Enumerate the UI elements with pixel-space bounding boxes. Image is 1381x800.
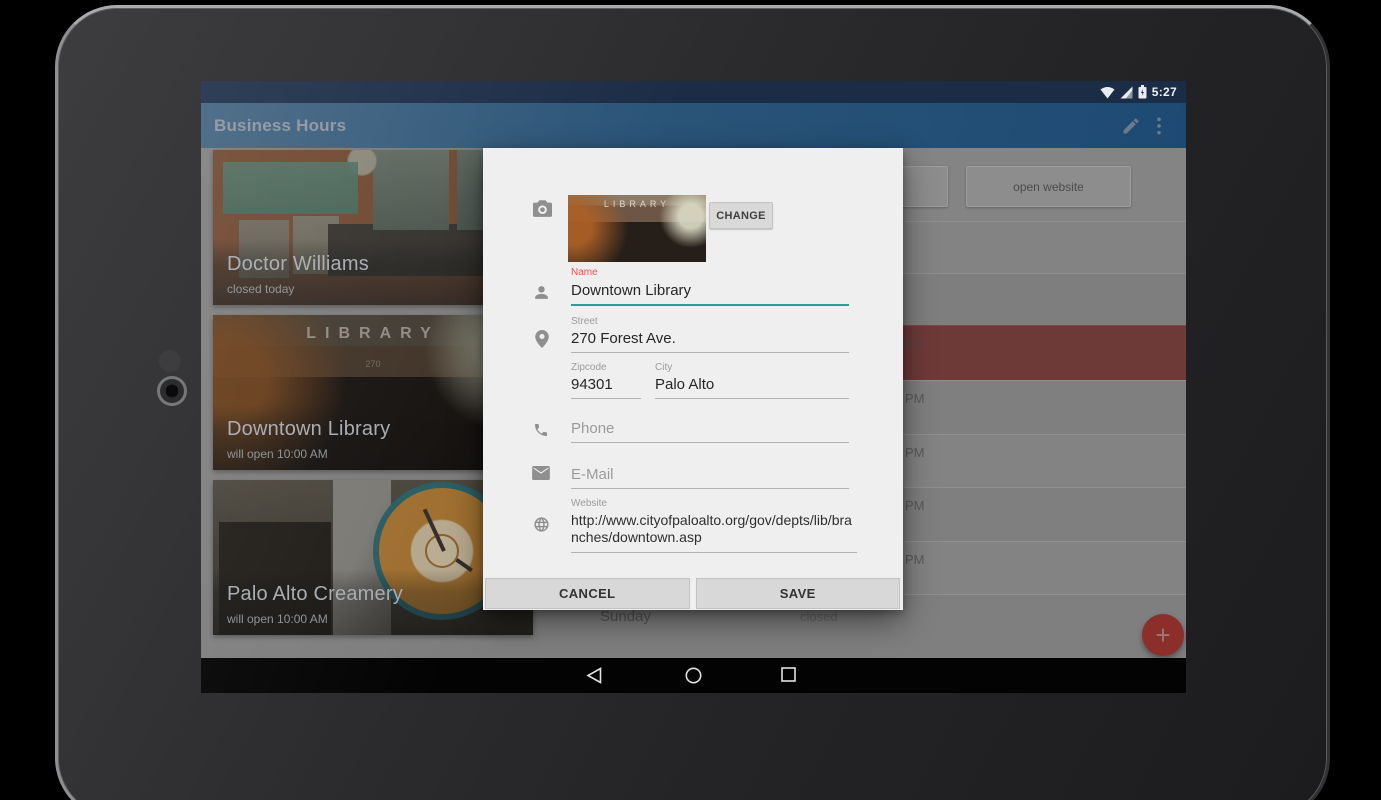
edit-business-dialog: LIBRARY CHANGE Name Street Zipcode City [483, 148, 903, 610]
signal-icon [1120, 86, 1133, 99]
dialog-button-bar: CANCEL SAVE [485, 578, 900, 609]
edit-pencil-icon[interactable] [1121, 116, 1141, 136]
person-icon [533, 284, 550, 306]
back-icon[interactable] [586, 667, 602, 689]
clock-time: 5:27 [1151, 85, 1177, 99]
business-name: Doctor Williams [227, 253, 369, 275]
navigation-bar [201, 658, 1186, 693]
status-bar: 5:27 [201, 81, 1186, 103]
open-website-button[interactable]: open website [966, 166, 1131, 207]
street-label: Street [571, 316, 598, 327]
screen: 5:27 Business Hours Doctor Williams clos… [201, 81, 1186, 693]
globe-icon [533, 516, 550, 538]
save-button[interactable]: SAVE [695, 578, 900, 609]
time-suffix: PM [905, 552, 925, 567]
ambient-sensor [159, 350, 181, 372]
time-suffix: PM [905, 336, 925, 351]
page-title: Business Hours [214, 115, 347, 135]
email-input[interactable] [571, 466, 849, 489]
website-label: Website [571, 498, 607, 509]
day-label: Sunday [600, 608, 651, 625]
phone-icon [533, 422, 549, 443]
business-status: will open 10:00 AM [227, 447, 328, 461]
closed-label: closed [800, 609, 838, 624]
email-icon [532, 466, 550, 485]
add-business-fab[interactable]: + [1142, 614, 1184, 656]
business-status: will open 10:00 AM [227, 612, 328, 626]
app-bar: Business Hours [201, 103, 1186, 148]
business-name: Palo Alto Creamery [227, 583, 403, 605]
recents-icon[interactable] [781, 667, 796, 687]
cancel-button[interactable]: CANCEL [485, 578, 690, 609]
overflow-menu-icon[interactable] [1156, 116, 1162, 136]
zipcode-input[interactable] [571, 376, 641, 399]
time-suffix: PM [905, 498, 925, 513]
phone-input[interactable] [571, 420, 849, 443]
time-suffix: PM [905, 445, 925, 460]
battery-charging-icon [1138, 85, 1147, 99]
city-label: City [655, 362, 673, 373]
screenshot-stage: 5:27 Business Hours Doctor Williams clos… [0, 0, 1381, 800]
time-suffix: PM [905, 391, 925, 406]
library-sign-text: LIBRARY [603, 199, 671, 209]
front-camera [157, 376, 187, 406]
change-photo-button[interactable]: CHANGE [709, 202, 773, 229]
location-pin-icon [535, 330, 549, 353]
business-status: closed today [227, 282, 295, 296]
city-input[interactable] [655, 376, 849, 399]
camera-icon [533, 200, 552, 222]
business-photo-thumbnail[interactable]: LIBRARY [568, 195, 706, 262]
home-icon[interactable] [685, 667, 702, 689]
plus-icon: + [1155, 620, 1171, 650]
website-input[interactable]: http://www.cityofpaloalto.org/gov/depts/… [571, 512, 857, 553]
wifi-icon [1100, 86, 1115, 99]
zipcode-label: Zipcode [571, 362, 607, 373]
tablet-frame: 5:27 Business Hours Doctor Williams clos… [55, 5, 1330, 800]
name-input[interactable] [571, 282, 849, 306]
street-input[interactable] [571, 330, 849, 353]
business-name: Downtown Library [227, 418, 391, 440]
name-label: Name [571, 267, 598, 278]
